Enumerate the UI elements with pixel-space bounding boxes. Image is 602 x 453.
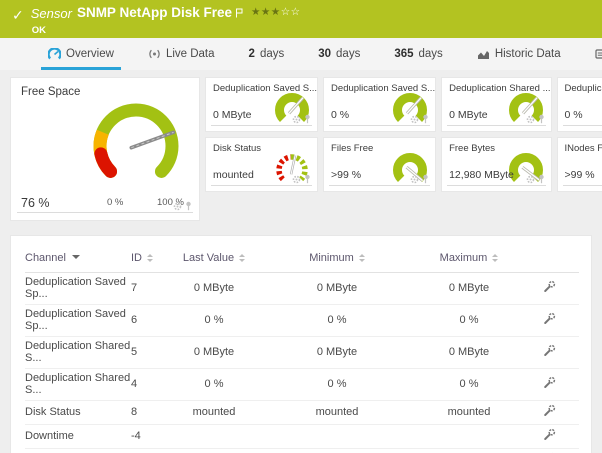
- tab-bar: Overview Live Data 2days 30days 365days …: [0, 38, 602, 70]
- channel-value: 0 %: [331, 109, 349, 121]
- mini-gauge-grid: Deduplication Saved S... 0 MByte Dedupli…: [205, 77, 602, 221]
- small-gear-icon: [410, 175, 419, 184]
- main-gauge-value: 76 %: [21, 196, 50, 210]
- small-pin-icon: [304, 114, 311, 124]
- small-pin-icon: [185, 201, 192, 211]
- tile-dedup-shared-pct: Deduplication Shared ... 0 %: [557, 77, 602, 132]
- channel-table-panel: Channel ID Last Value Minimum Maximum De…: [10, 235, 592, 453]
- tile-actions[interactable]: [526, 114, 545, 124]
- flag-icon[interactable]: [235, 5, 243, 23]
- small-pin-icon: [538, 174, 545, 184]
- channel-settings-icon[interactable]: [543, 344, 556, 357]
- tile-actions[interactable]: [410, 174, 429, 184]
- priority-stars[interactable]: ★★★☆☆: [251, 6, 301, 18]
- channel-value: 0 %: [565, 109, 583, 121]
- tile-disk-status: Disk Status mounted: [205, 137, 318, 192]
- log-list-icon: [595, 48, 602, 60]
- sort-toggle-icon: [147, 251, 153, 265]
- channel-settings-icon[interactable]: [543, 280, 556, 293]
- tile-files-free: Files Free >99 %: [323, 137, 436, 192]
- table-row: Deduplication Shared S...40 %0 %0 %: [25, 369, 579, 401]
- col-channel[interactable]: Channel: [25, 246, 131, 273]
- channel-settings-icon[interactable]: [543, 428, 556, 441]
- tile-inodes-free: INodes Free >99 %: [557, 137, 602, 192]
- main-gauge-card: Free Space 0 % 100 % 76 %: [10, 77, 200, 221]
- tab-30-days[interactable]: 30days: [318, 38, 360, 70]
- channel-value: >99 %: [331, 169, 361, 181]
- channel-table: Channel ID Last Value Minimum Maximum De…: [25, 246, 579, 453]
- sort-toggle-icon: [359, 251, 365, 265]
- table-row: Files Free3>99 %>99 %>99 %: [25, 449, 579, 453]
- stars-empty[interactable]: ☆☆: [281, 6, 301, 18]
- table-row: Deduplication Saved Sp...60 %0 %0 %: [25, 305, 579, 337]
- tab-2-days[interactable]: 2days: [249, 38, 285, 70]
- tile-dedup-saved-bytes: Deduplication Saved S... 0 MByte: [205, 77, 318, 132]
- small-gear-icon: [526, 115, 535, 124]
- col-actions: [519, 246, 579, 273]
- gauge-scale-min: 0 %: [107, 197, 123, 208]
- small-pin-icon: [422, 114, 429, 124]
- small-gear-icon: [292, 175, 301, 184]
- small-gear-icon: [173, 202, 182, 211]
- col-last-value[interactable]: Last Value: [173, 246, 255, 273]
- status-badge: OK: [32, 25, 301, 36]
- chart-icon: [477, 48, 490, 60]
- tile-free-bytes: Free Bytes 12,980 MByte: [441, 137, 551, 192]
- small-pin-icon: [304, 174, 311, 184]
- tile-actions[interactable]: [292, 114, 311, 124]
- col-maximum[interactable]: Maximum: [419, 246, 519, 273]
- sort-toggle-icon: [239, 251, 245, 265]
- tile-dedup-saved-pct: Deduplication Saved S... 0 %: [323, 77, 436, 132]
- gauge-mini-actions[interactable]: [173, 201, 192, 211]
- tile-actions[interactable]: [410, 114, 429, 124]
- stars-filled[interactable]: ★★★: [251, 6, 281, 18]
- channel-value: 12,980 MByte: [449, 169, 514, 181]
- table-row: Disk Status8mountedmountedmounted: [25, 401, 579, 425]
- sort-desc-icon: [72, 255, 80, 263]
- channel-value: 0 MByte: [213, 109, 252, 121]
- col-minimum[interactable]: Minimum: [255, 246, 419, 273]
- tile-actions[interactable]: [292, 174, 311, 184]
- divider: [17, 212, 193, 213]
- overview-content: Free Space 0 % 100 % 76 % Dedu: [0, 70, 602, 453]
- tab-365-days[interactable]: 365days: [394, 38, 442, 70]
- sort-toggle-icon: [492, 251, 498, 265]
- page-title: SNMP NetApp Disk Free: [77, 5, 232, 20]
- tile-actions[interactable]: [526, 174, 545, 184]
- small-gear-icon: [292, 115, 301, 124]
- channel-settings-icon[interactable]: [543, 312, 556, 325]
- tab-overview[interactable]: Overview: [48, 38, 114, 70]
- free-space-gauge: [81, 88, 191, 198]
- tab-historic-data[interactable]: Historic Data: [477, 38, 561, 70]
- gauge-icon: [48, 48, 61, 61]
- channel-settings-icon[interactable]: [543, 404, 556, 417]
- object-kind-label: Sensor: [31, 6, 72, 21]
- table-row: Deduplication Saved Sp...70 MByte0 MByte…: [25, 273, 579, 305]
- small-pin-icon: [538, 114, 545, 124]
- col-id[interactable]: ID: [131, 246, 173, 273]
- small-gear-icon: [410, 115, 419, 124]
- table-header-row: Channel ID Last Value Minimum Maximum: [25, 246, 579, 273]
- status-check-icon: ✓: [12, 7, 24, 38]
- channel-value: mounted: [213, 169, 254, 181]
- tile-dedup-shared-bytes: Deduplication Shared ... 0 MByte: [441, 77, 551, 132]
- live-signal-icon: [148, 48, 161, 60]
- channel-value: >99 %: [565, 169, 595, 181]
- tab-log[interactable]: Log: [595, 38, 602, 70]
- table-row: Downtime-4: [25, 425, 579, 449]
- small-gear-icon: [526, 175, 535, 184]
- channel-value: 0 MByte: [449, 109, 488, 121]
- channel-settings-icon[interactable]: [543, 376, 556, 389]
- small-pin-icon: [422, 174, 429, 184]
- tab-live-data[interactable]: Live Data: [148, 38, 215, 70]
- active-tab-underline: [41, 67, 121, 70]
- table-row: Deduplication Shared S...50 MByte0 MByte…: [25, 337, 579, 369]
- sensor-header: ✓ Sensor SNMP NetApp Disk Free ★★★☆☆ OK: [0, 0, 602, 38]
